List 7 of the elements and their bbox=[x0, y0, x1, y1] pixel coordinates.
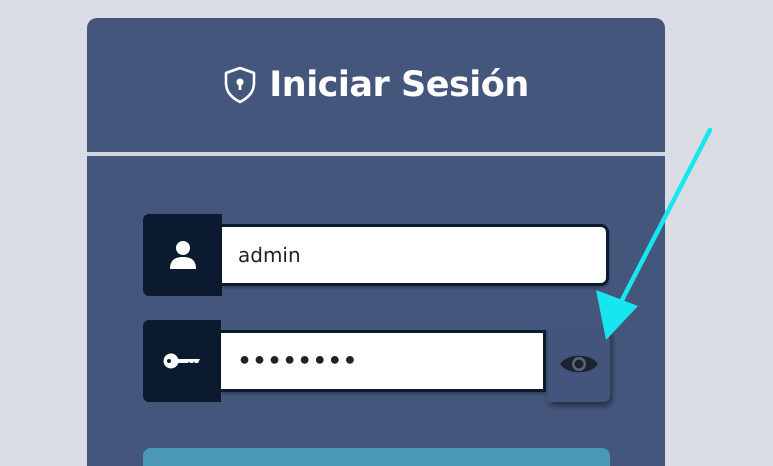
password-field[interactable]: •••••••• bbox=[221, 330, 546, 392]
show-password-button[interactable] bbox=[548, 326, 610, 402]
username-field[interactable]: admin bbox=[222, 224, 609, 286]
shield-lock-icon bbox=[223, 66, 258, 104]
user-icon bbox=[168, 240, 198, 270]
key-icon bbox=[163, 352, 202, 370]
login-title: Iniciar Sesión bbox=[269, 65, 529, 106]
